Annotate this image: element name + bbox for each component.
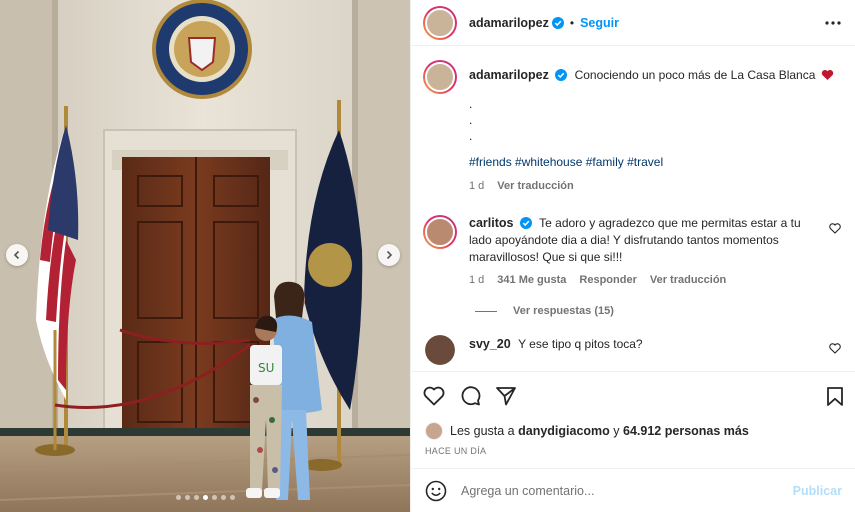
post-header: adamarilopez • Seguir	[411, 0, 855, 46]
heart-icon	[423, 386, 445, 406]
send-paper-plane-icon	[496, 387, 516, 406]
comment-item: carlitos Te adoro y agradezco que me per…	[423, 215, 841, 289]
caption-text: Conociendo un poco más de La Casa Blanca	[574, 68, 816, 82]
verified-badge-icon	[551, 16, 564, 29]
chevron-right-icon	[386, 250, 393, 260]
carousel-dot	[184, 495, 190, 500]
verified-badge-icon	[555, 69, 568, 81]
caption-time: 1 d	[469, 180, 485, 192]
post-details-panel: adamarilopez • Seguir adamarilopez Conoc…	[410, 0, 855, 512]
post-timestamp[interactable]: HACE UN DÍA	[411, 446, 855, 456]
share-button[interactable]	[495, 385, 517, 407]
carousel-dot	[220, 495, 226, 500]
separator-bullet: •	[569, 15, 575, 30]
verified-badge-icon	[519, 217, 532, 229]
comment-translate-link[interactable]: Ver traducción	[650, 272, 726, 289]
caption-avatar[interactable]	[423, 60, 457, 94]
comment-input[interactable]	[461, 483, 793, 498]
heart-emoji-icon	[821, 69, 833, 80]
likes-joiner: y	[613, 424, 620, 438]
like-button[interactable]	[423, 386, 445, 406]
carousel-dot	[229, 495, 235, 500]
liker-username[interactable]: danydigiacomo	[518, 424, 610, 438]
comment-bubble-icon	[461, 386, 481, 406]
likes-prefix: Les gusta a	[450, 424, 515, 438]
carousel-indicator	[0, 495, 410, 500]
chevron-left-icon	[13, 250, 20, 260]
replies-divider	[475, 310, 497, 312]
white-house-photo: SU	[0, 0, 410, 512]
author-avatar[interactable]	[423, 5, 457, 40]
comment-text: Te adoro y agradezco que me permitas est…	[469, 216, 801, 264]
previous-photo-button[interactable]	[6, 244, 28, 266]
post-photo[interactable]: SU	[0, 0, 410, 512]
post-actions-section: Les gusta a danydigiacomo y 64.912 perso…	[411, 371, 855, 456]
comment-avatar[interactable]	[423, 215, 457, 249]
add-comment-bar: Publicar	[411, 468, 855, 512]
carousel-dot	[175, 495, 181, 500]
bookmark-icon	[827, 386, 843, 406]
comment-username[interactable]: carlitos	[469, 216, 513, 230]
comment-time: 1 d	[469, 274, 485, 286]
carousel-dot	[193, 495, 199, 500]
comment-avatar[interactable]	[425, 335, 455, 365]
comments-list[interactable]: adamarilopez Conociendo un poco más de L…	[411, 46, 855, 371]
emoji-button[interactable]	[425, 480, 447, 502]
more-options-icon[interactable]	[825, 20, 841, 25]
caption-translate-link[interactable]: Ver traducción	[497, 178, 573, 195]
publish-button[interactable]: Publicar	[793, 484, 842, 498]
comment-item: svy_20 Y ese tipo q pitos toca?	[423, 335, 841, 365]
likes-count[interactable]: 64.912 personas más	[623, 424, 749, 438]
comment-like-icon[interactable]	[829, 343, 841, 354]
caption-hashtags[interactable]: #friends #whitehouse #family #travel	[469, 154, 841, 171]
caption-dot-line: .	[469, 97, 473, 111]
caption: adamarilopez Conociendo un poco más de L…	[423, 60, 841, 195]
author-username[interactable]: adamarilopez	[469, 16, 549, 30]
comment-text: Y ese tipo q pitos toca?	[518, 337, 643, 351]
emoji-smiley-icon	[425, 480, 447, 501]
save-button[interactable]	[826, 386, 844, 407]
caption-dot-line: .	[469, 129, 473, 143]
comment-like-icon[interactable]	[829, 223, 841, 234]
liker-avatar[interactable]	[425, 422, 443, 440]
follow-button[interactable]: Seguir	[580, 16, 619, 30]
action-bar	[411, 372, 855, 420]
caption-dot-line: .	[469, 113, 473, 127]
next-photo-button[interactable]	[378, 244, 400, 266]
view-replies-label: Ver respuestas (15)	[513, 305, 614, 317]
svg-text:SU: SU	[258, 361, 274, 375]
view-replies-button[interactable]: Ver respuestas (15)	[475, 305, 841, 317]
carousel-dot	[211, 495, 217, 500]
comment-likes-count[interactable]: 341 Me gusta	[497, 272, 566, 289]
caption-username[interactable]: adamarilopez	[469, 68, 549, 82]
comment-reply-button[interactable]: Responder	[579, 272, 636, 289]
carousel-dot	[202, 495, 208, 500]
likes-summary: Les gusta a danydigiacomo y 64.912 perso…	[411, 420, 855, 442]
comment-username[interactable]: svy_20	[469, 337, 511, 351]
comment-button[interactable]	[459, 385, 481, 407]
